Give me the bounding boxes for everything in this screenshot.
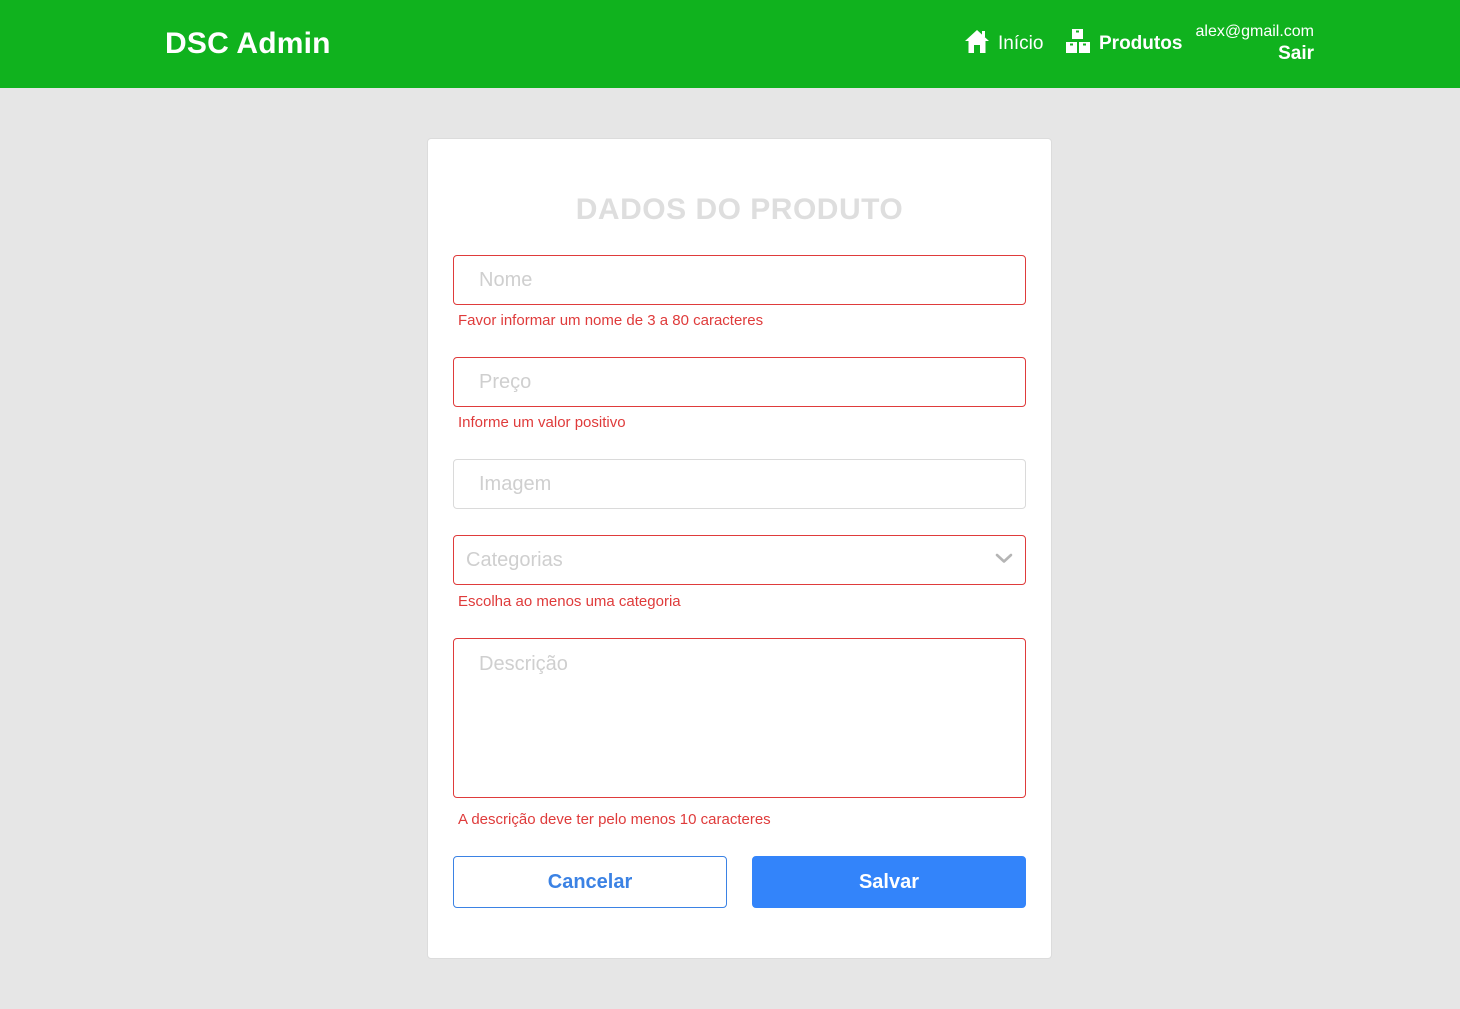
categories-error: Escolha ao menos uma categoria — [458, 593, 681, 610]
boxes-icon — [1065, 28, 1091, 60]
name-error: Favor informar um nome de 3 a 80 caracte… — [458, 312, 764, 329]
user-box: alex@gmail.com Sair — [1196, 22, 1315, 66]
logout-link[interactable]: Sair — [1196, 42, 1314, 66]
chevron-down-icon — [995, 551, 1013, 569]
product-form-card: DADOS DO PRODUTO Favor informar um nome … — [427, 138, 1052, 959]
description-textarea[interactable] — [453, 638, 1026, 798]
home-icon — [964, 28, 990, 60]
image-input[interactable] — [453, 459, 1026, 509]
nav-link-produtos[interactable]: Produtos — [1065, 28, 1183, 60]
nav-link-produtos-label: Produtos — [1099, 33, 1183, 54]
description-error: A descrição deve ter pelo menos 10 carac… — [458, 811, 771, 828]
price-error: Informe um valor positivo — [458, 414, 626, 431]
categories-select[interactable]: Categorias — [453, 535, 1026, 585]
user-email: alex@gmail.com — [1195, 23, 1315, 40]
form-title: DADOS DO PRODUTO — [575, 193, 904, 226]
categories-placeholder: Categorias — [466, 548, 563, 571]
cancel-button[interactable]: Cancelar — [453, 856, 727, 908]
nav-link-inicio-label: Início — [998, 33, 1044, 54]
save-button[interactable]: Salvar — [752, 856, 1026, 908]
nav-link-inicio[interactable]: Início — [964, 30, 1043, 58]
name-input[interactable] — [453, 255, 1026, 305]
navbar: DSC Admin Início Produtos alex@gmail.com… — [0, 0, 1460, 88]
brand-title[interactable]: DSC Admin — [165, 26, 331, 62]
price-input[interactable] — [453, 357, 1026, 407]
